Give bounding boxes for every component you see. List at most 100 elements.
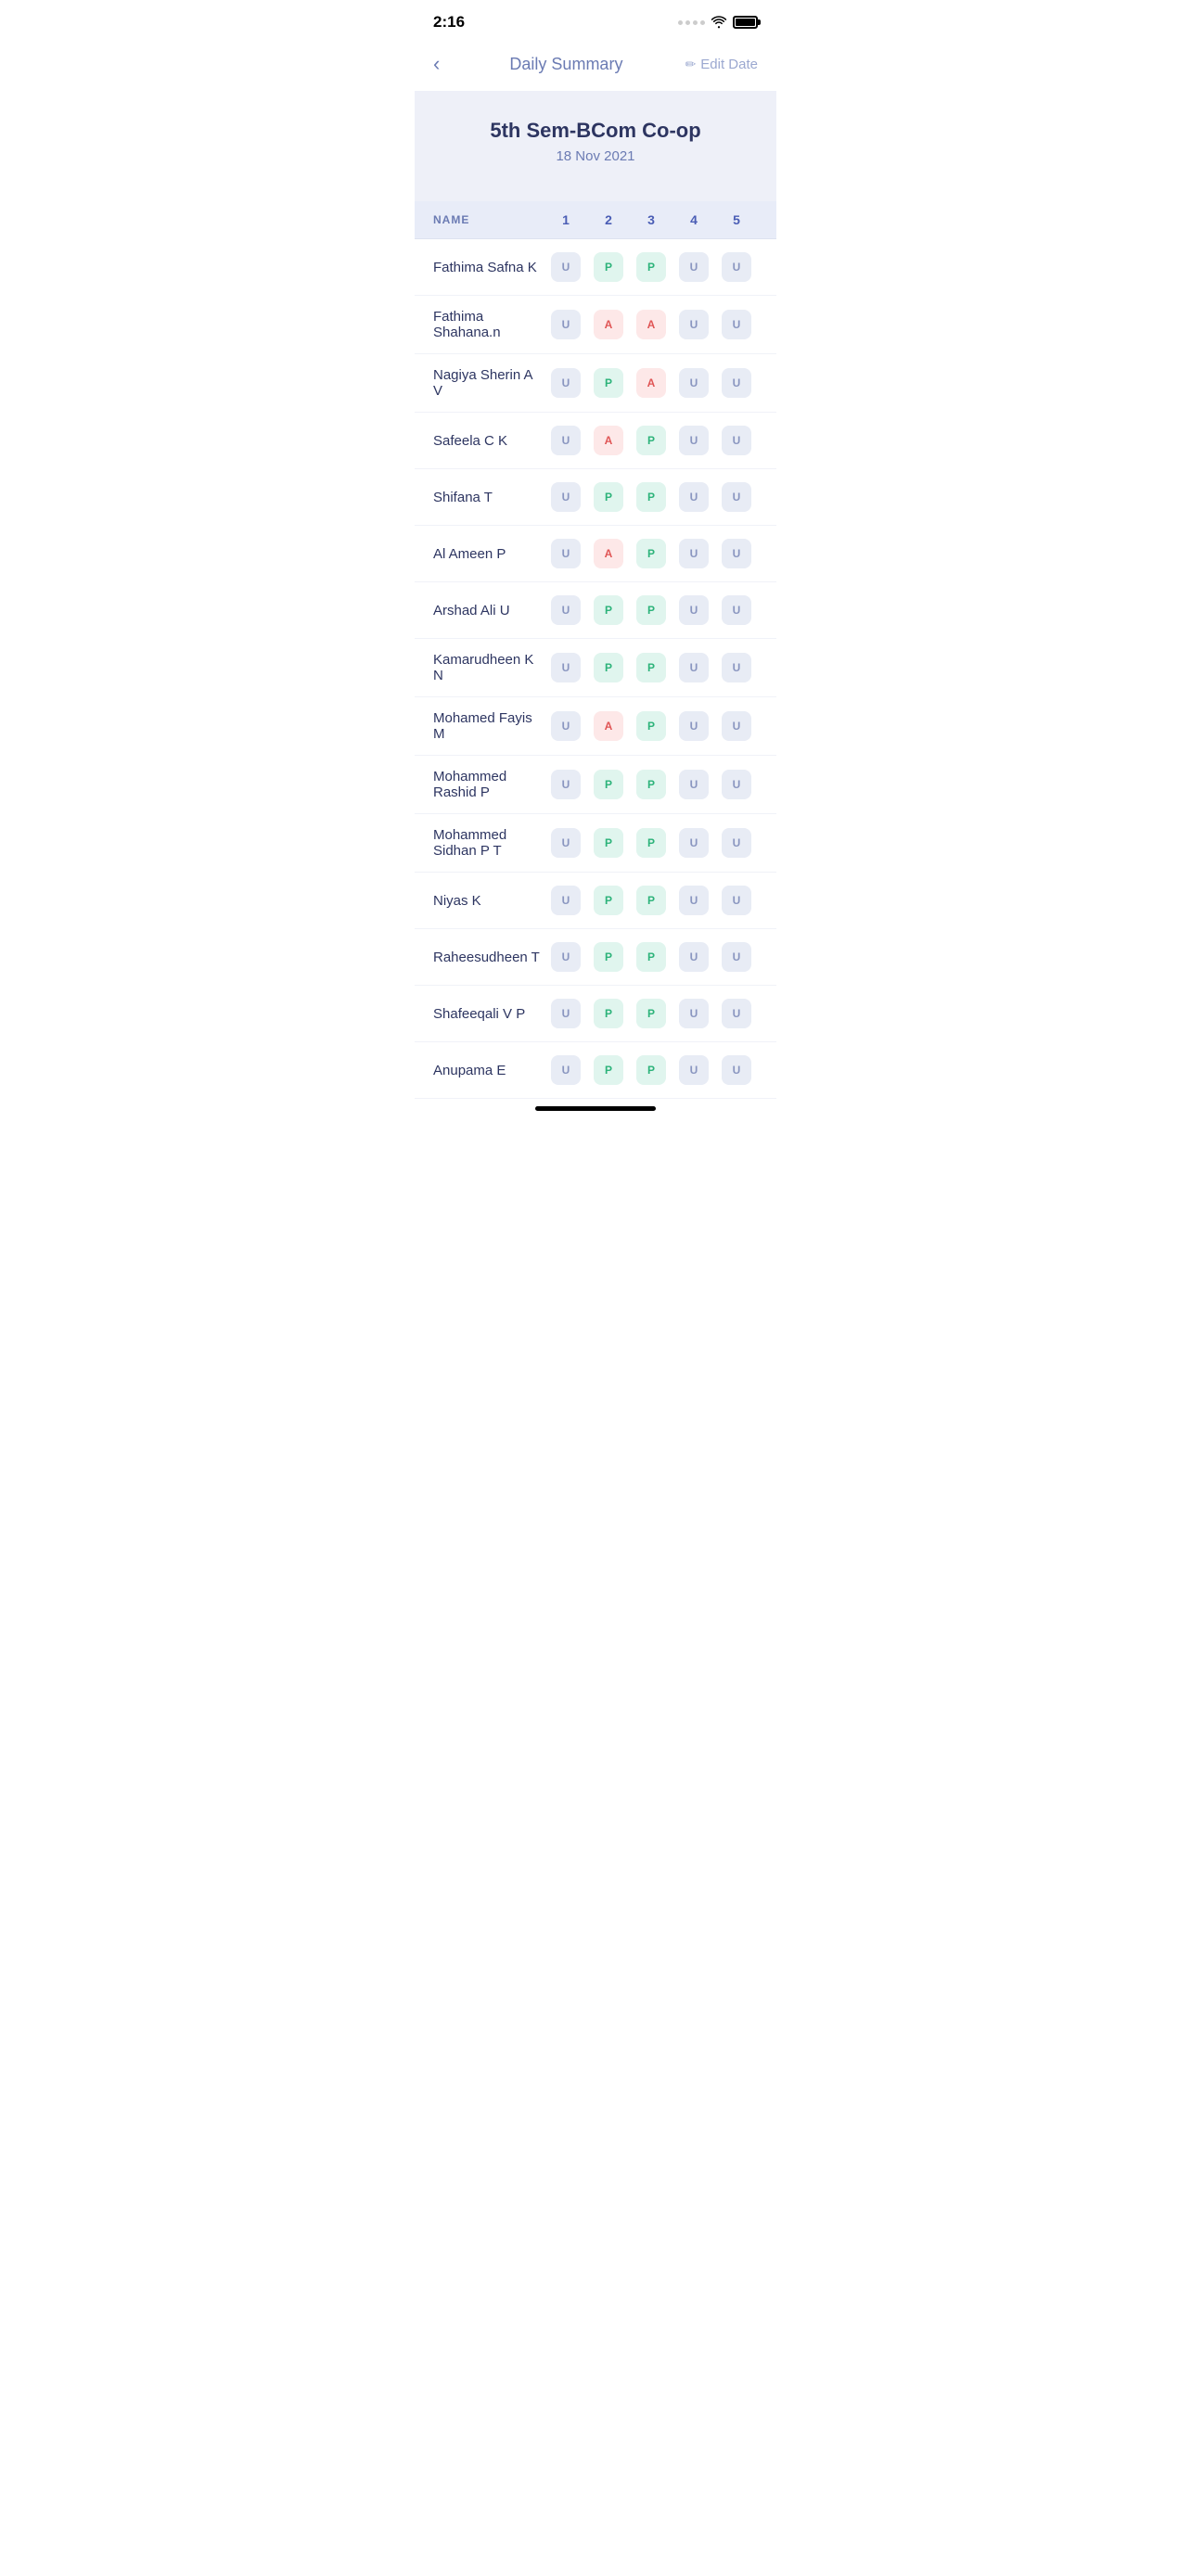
period-2-cell[interactable]: P (587, 999, 630, 1028)
period-5-cell[interactable]: U (715, 711, 758, 741)
period-3-cell[interactable]: P (630, 770, 672, 799)
period-2-cell[interactable]: P (587, 368, 630, 398)
period-1-cell[interactable]: U (544, 886, 587, 915)
period-3-cell[interactable]: A (630, 368, 672, 398)
period-2-cell[interactable]: P (587, 1055, 630, 1085)
period-5-cell[interactable]: U (715, 595, 758, 625)
period-5-cell[interactable]: U (715, 426, 758, 455)
period-1-cell[interactable]: U (544, 828, 587, 858)
period-4-cell[interactable]: U (672, 653, 715, 682)
period-2-cell[interactable]: P (587, 482, 630, 512)
period-2-cell[interactable]: A (587, 310, 630, 339)
table-row[interactable]: Raheesudheen T U P P U U (415, 929, 776, 986)
table-row[interactable]: Niyas K U P P U U (415, 873, 776, 929)
period-4-cell[interactable]: U (672, 252, 715, 282)
period-1-cell[interactable]: U (544, 999, 587, 1028)
period-5-cell[interactable]: U (715, 252, 758, 282)
table-row[interactable]: Shifana T U P P U U (415, 469, 776, 526)
table-row[interactable]: Anupama E U P P U U (415, 1042, 776, 1099)
period-3-cell[interactable]: P (630, 828, 672, 858)
period-5-cell[interactable]: U (715, 886, 758, 915)
period-3-cell[interactable]: P (630, 1055, 672, 1085)
period-4-cell[interactable]: U (672, 310, 715, 339)
attendance-badge: U (679, 942, 709, 972)
period-3-cell[interactable]: P (630, 942, 672, 972)
period-5-cell[interactable]: U (715, 539, 758, 568)
table-row[interactable]: Mohammed Sidhan P T U P P U U (415, 814, 776, 873)
period-5-cell[interactable]: U (715, 828, 758, 858)
student-name: Fathima Shahana.n (433, 309, 544, 340)
table-row[interactable]: Arshad Ali U U P P U U (415, 582, 776, 639)
period-2-cell[interactable]: P (587, 770, 630, 799)
period-2-cell[interactable]: P (587, 886, 630, 915)
period-1-cell[interactable]: U (544, 653, 587, 682)
period-2-cell[interactable]: P (587, 595, 630, 625)
attendance-badge: U (722, 595, 751, 625)
period-2-cell[interactable]: A (587, 539, 630, 568)
period-2-cell[interactable]: A (587, 426, 630, 455)
period-1-cell[interactable]: U (544, 770, 587, 799)
period-1-cell[interactable]: U (544, 539, 587, 568)
period-3-cell[interactable]: P (630, 999, 672, 1028)
period-4-cell[interactable]: U (672, 595, 715, 625)
edit-date-button[interactable]: ✏ Edit Date (685, 57, 758, 72)
period-1-cell[interactable]: U (544, 368, 587, 398)
period-5-cell[interactable]: U (715, 999, 758, 1028)
period-4-cell[interactable]: U (672, 711, 715, 741)
period-2-cell[interactable]: P (587, 942, 630, 972)
period-4-cell[interactable]: U (672, 482, 715, 512)
table-row[interactable]: Shafeeqali V P U P P U U (415, 986, 776, 1042)
period-1-cell[interactable]: U (544, 426, 587, 455)
attendance-badge: A (636, 310, 666, 339)
attendance-badge: U (679, 252, 709, 282)
table-row[interactable]: Al Ameen P U A P U U (415, 526, 776, 582)
period-4-cell[interactable]: U (672, 886, 715, 915)
period-2-cell[interactable]: P (587, 252, 630, 282)
table-row[interactable]: Safeela C K U A P U U (415, 413, 776, 469)
period-4-cell[interactable]: U (672, 1055, 715, 1085)
table-row[interactable]: Mohammed Rashid P U P P U U (415, 756, 776, 814)
table-row[interactable]: Kamarudheen K N U P P U U (415, 639, 776, 697)
period-4-cell[interactable]: U (672, 828, 715, 858)
period-1-cell[interactable]: U (544, 595, 587, 625)
period-2-cell[interactable]: P (587, 653, 630, 682)
period-3-cell[interactable]: P (630, 653, 672, 682)
period-5-cell[interactable]: U (715, 482, 758, 512)
period-3-cell[interactable]: P (630, 539, 672, 568)
table-row[interactable]: Mohamed Fayis M U A P U U (415, 697, 776, 756)
period-2-cell[interactable]: A (587, 711, 630, 741)
back-button[interactable]: ‹ (433, 48, 447, 80)
status-bar: 2:16 (415, 0, 776, 39)
table-row[interactable]: Fathima Safna K U P P U U (415, 239, 776, 296)
period-5-cell[interactable]: U (715, 653, 758, 682)
period-4-cell[interactable]: U (672, 999, 715, 1028)
table-row[interactable]: Nagiya Sherin A V U P A U U (415, 354, 776, 413)
period-4-cell[interactable]: U (672, 368, 715, 398)
period-3-cell[interactable]: P (630, 252, 672, 282)
period-3-cell[interactable]: P (630, 482, 672, 512)
period-4-cell[interactable]: U (672, 539, 715, 568)
period-1-cell[interactable]: U (544, 1055, 587, 1085)
student-name: Fathima Safna K (433, 260, 544, 275)
period-1-cell[interactable]: U (544, 310, 587, 339)
period-3-cell[interactable]: A (630, 310, 672, 339)
period-3-cell[interactable]: P (630, 595, 672, 625)
attendance-badge: U (551, 886, 581, 915)
period-1-cell[interactable]: U (544, 482, 587, 512)
period-5-cell[interactable]: U (715, 310, 758, 339)
period-4-cell[interactable]: U (672, 770, 715, 799)
period-4-cell[interactable]: U (672, 426, 715, 455)
period-1-cell[interactable]: U (544, 942, 587, 972)
period-3-cell[interactable]: P (630, 426, 672, 455)
period-1-cell[interactable]: U (544, 252, 587, 282)
period-5-cell[interactable]: U (715, 770, 758, 799)
period-5-cell[interactable]: U (715, 1055, 758, 1085)
period-3-cell[interactable]: P (630, 886, 672, 915)
period-2-cell[interactable]: P (587, 828, 630, 858)
period-4-cell[interactable]: U (672, 942, 715, 972)
period-1-cell[interactable]: U (544, 711, 587, 741)
period-3-cell[interactable]: P (630, 711, 672, 741)
table-row[interactable]: Fathima Shahana.n U A A U U (415, 296, 776, 354)
period-5-cell[interactable]: U (715, 942, 758, 972)
period-5-cell[interactable]: U (715, 368, 758, 398)
